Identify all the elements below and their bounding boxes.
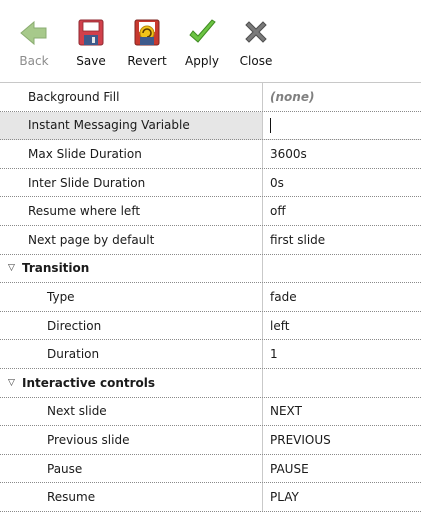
row-instant-messaging-variable[interactable]: Instant Messaging Variable [0, 111, 421, 141]
section-header-interactive-controls[interactable]: ▽ Interactive controls [0, 368, 421, 398]
row-transition-duration[interactable]: Duration 1 [0, 340, 421, 369]
row-next-page-by-default[interactable]: Next page by default first slide [0, 225, 421, 255]
section-title: Interactive controls [22, 375, 156, 390]
text-cursor [270, 117, 271, 133]
property-label: Resume where left [0, 197, 263, 225]
property-value[interactable]: fade [263, 283, 421, 311]
revert-icon [134, 19, 160, 46]
floppy-disk-icon [78, 19, 104, 46]
property-label: Duration [0, 340, 263, 368]
instant-messaging-variable-input[interactable] [263, 111, 421, 140]
property-value[interactable]: PAUSE [263, 455, 421, 483]
collapse-triangle-icon[interactable]: ▽ [8, 263, 22, 273]
close-button[interactable]: Close [234, 6, 278, 76]
property-label: Max Slide Duration [0, 140, 263, 168]
property-label: Next page by default [0, 225, 263, 254]
row-background-fill[interactable]: Background Fill (none) [0, 83, 421, 112]
row-max-slide-duration[interactable]: Max Slide Duration 3600s [0, 140, 421, 169]
section-label-cell: ▽ Interactive controls [0, 368, 263, 397]
back-button[interactable]: Back [14, 6, 54, 76]
checkmark-icon [189, 19, 216, 43]
property-value[interactable]: 1 [263, 340, 421, 368]
toolbar: Back Save Revert Apply Close [0, 0, 421, 82]
property-value[interactable]: 0s [263, 169, 421, 197]
row-resume[interactable]: Resume PLAY [0, 483, 421, 512]
property-value[interactable]: (none) [263, 83, 421, 111]
property-value[interactable]: PLAY [263, 483, 421, 511]
property-label: Pause [0, 454, 263, 483]
section-title: Transition [22, 261, 90, 276]
property-value[interactable]: left [263, 312, 421, 340]
property-label: Next slide [0, 397, 263, 426]
section-value-cell [263, 255, 421, 283]
back-arrow-icon [20, 20, 47, 46]
save-label: Save [76, 54, 106, 68]
property-label: Background Fill [0, 83, 263, 111]
apply-button[interactable]: Apply [180, 6, 224, 76]
row-resume-where-left[interactable]: Resume where left off [0, 197, 421, 226]
close-x-icon [245, 21, 267, 43]
property-label: Instant Messaging Variable [0, 111, 263, 140]
back-label: Back [19, 54, 49, 68]
row-next-slide[interactable]: Next slide NEXT [0, 397, 421, 427]
property-label: Resume [0, 483, 263, 511]
property-value[interactable]: off [263, 197, 421, 225]
row-inter-slide-duration[interactable]: Inter Slide Duration 0s [0, 168, 421, 198]
property-label: Previous slide [0, 426, 263, 454]
collapse-triangle-icon[interactable]: ▽ [8, 378, 22, 388]
property-value[interactable]: NEXT [263, 398, 421, 426]
revert-label: Revert [127, 54, 167, 68]
section-label-cell: ▽ Transition [0, 254, 263, 283]
property-value[interactable]: 3600s [263, 140, 421, 168]
save-button[interactable]: Save [71, 6, 111, 76]
section-value-cell [263, 369, 421, 397]
apply-label: Apply [185, 54, 219, 68]
close-label: Close [239, 54, 273, 68]
section-header-transition[interactable]: ▽ Transition [0, 254, 421, 284]
property-grid: Background Fill (none) Instant Messaging… [0, 82, 421, 512]
row-transition-type[interactable]: Type fade [0, 283, 421, 312]
row-previous-slide[interactable]: Previous slide PREVIOUS [0, 426, 421, 455]
property-label: Direction [0, 311, 263, 340]
property-value[interactable]: PREVIOUS [263, 426, 421, 454]
row-transition-direction[interactable]: Direction left [0, 311, 421, 341]
property-value[interactable]: first slide [263, 226, 421, 254]
property-label: Inter Slide Duration [0, 168, 263, 197]
property-label: Type [0, 283, 263, 311]
row-pause[interactable]: Pause PAUSE [0, 454, 421, 484]
revert-button[interactable]: Revert [124, 6, 170, 76]
